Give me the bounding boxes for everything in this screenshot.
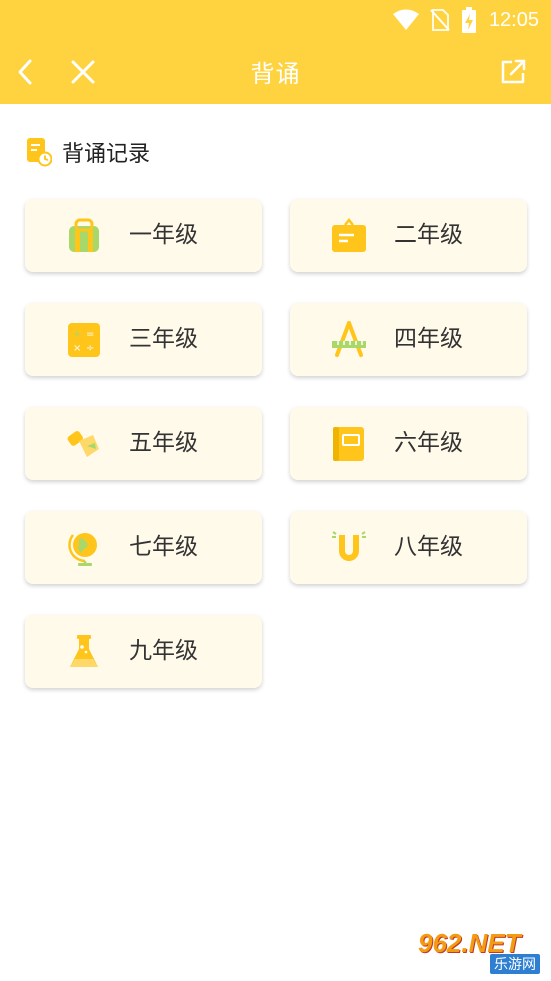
- pencil-eraser-icon: [67, 431, 99, 457]
- section-title: 背诵记录: [62, 142, 151, 167]
- briefcase-icon: [332, 217, 366, 252]
- status-bar: 12:05: [0, 0, 551, 40]
- no-sim-icon: [430, 9, 450, 31]
- record-icon: [27, 138, 52, 167]
- backpack-icon: [69, 218, 99, 252]
- svg-text:÷: ÷: [86, 343, 94, 354]
- status-time: 12:05: [488, 8, 539, 31]
- grade-label: 四年级: [394, 326, 463, 352]
- notebook-icon: [333, 427, 364, 461]
- grade-card-9[interactable]: 九年级: [25, 615, 262, 688]
- grade-label: 七年级: [129, 534, 198, 560]
- grade-label: 八年级: [394, 534, 463, 560]
- calculator-icon: + = × ÷: [68, 323, 100, 357]
- grade-card-4[interactable]: 四年级: [290, 303, 527, 376]
- compass-ruler-icon: [332, 321, 366, 357]
- grade-card-2[interactable]: 二年级: [290, 199, 527, 272]
- grade-card-6[interactable]: 六年级: [290, 407, 527, 480]
- watermark-logo: 962.NET 乐游网: [412, 926, 546, 976]
- svg-text:+: +: [73, 329, 81, 340]
- grade-label: 一年级: [129, 222, 198, 248]
- toolbar: 背诵: [0, 40, 551, 104]
- flask-icon: [70, 635, 98, 667]
- grade-label: 九年级: [129, 638, 198, 664]
- wifi-icon: [392, 9, 419, 30]
- battery-charging-icon: [461, 7, 476, 33]
- grade-card-5[interactable]: 五年级: [25, 407, 262, 480]
- section-header: 背诵记录: [26, 136, 150, 168]
- grade-card-7[interactable]: 七年级: [25, 511, 262, 584]
- svg-text:=: =: [86, 329, 94, 340]
- app-header: 12:05 背诵: [0, 0, 551, 104]
- grade-label: 二年级: [394, 222, 463, 248]
- grade-label: 五年级: [129, 430, 198, 456]
- share-button[interactable]: [493, 52, 533, 92]
- grade-card-1[interactable]: 一年级: [25, 199, 262, 272]
- share-icon: [501, 59, 526, 84]
- globe-icon: [68, 533, 97, 566]
- grade-label: 三年级: [129, 326, 198, 352]
- grade-card-3[interactable]: + = × ÷ 三年级: [25, 303, 262, 376]
- grade-label: 六年级: [394, 430, 463, 456]
- status-icons: 12:05: [392, 6, 539, 34]
- watermark-site: 乐游网: [490, 954, 540, 974]
- page-title: 背诵: [250, 60, 301, 88]
- grade-card-8[interactable]: 八年级: [290, 511, 527, 584]
- svg-text:×: ×: [73, 343, 81, 354]
- magnet-icon: [332, 531, 366, 561]
